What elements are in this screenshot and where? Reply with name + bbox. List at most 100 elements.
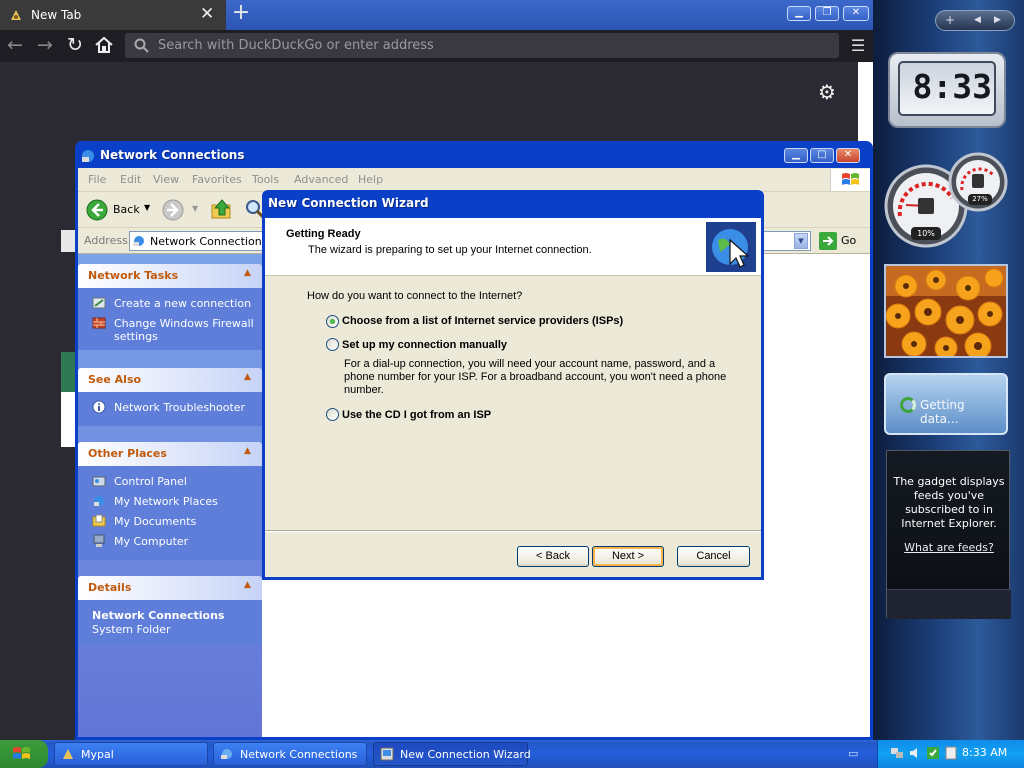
menu-file[interactable]: File: [88, 173, 106, 186]
taskbar-mypal-label: Mypal: [81, 748, 114, 761]
security-tray-icon[interactable]: [926, 746, 940, 760]
go-button[interactable]: Go: [817, 231, 865, 251]
slideshow-gadget[interactable]: [884, 264, 1008, 358]
network-tasks-title: Network Tasks: [88, 269, 179, 282]
cpu-meter-gadget[interactable]: [884, 150, 1012, 250]
network-connections-icon: [221, 749, 232, 759]
forward-arrow-icon[interactable]: [162, 199, 184, 221]
my-network-places-label: My Network Places: [114, 495, 218, 508]
folder-up-icon[interactable]: [210, 197, 234, 221]
radio-setup-manually[interactable]: [326, 338, 339, 351]
see-also-body: Network Troubleshooter: [78, 392, 262, 426]
previous-icon[interactable]: ◀: [974, 15, 981, 25]
my-documents-label: My Documents: [114, 515, 197, 528]
menu-tools[interactable]: Tools: [252, 173, 279, 186]
windows-logo-icon: [13, 747, 30, 759]
radio-choose-isp[interactable]: [326, 315, 339, 328]
computer-icon: [93, 534, 105, 547]
control-panel-label: Control Panel: [114, 475, 187, 488]
what-are-feeds-link[interactable]: What are feeds?: [887, 541, 1011, 554]
taskbar-network-connections[interactable]: Network Connections: [213, 742, 367, 766]
nc-maximize-icon[interactable]: □: [810, 148, 834, 163]
feed-headlines-gadget[interactable]: Getting data...: [884, 373, 1008, 435]
url-placeholder: Search with DuckDuckGo or enter address: [158, 38, 434, 53]
menu-advanced[interactable]: Advanced: [294, 173, 348, 186]
documents-folder-icon: [92, 514, 106, 527]
see-also-title: See Also: [88, 373, 142, 386]
my-computer-label: My Computer: [114, 535, 189, 548]
network-connections-titlebar[interactable]: Network Connections: [78, 144, 870, 168]
option-setup-manually-label[interactable]: Set up my connection manually: [342, 339, 507, 351]
address-dropdown-icon[interactable]: ▼: [794, 233, 808, 249]
windows-flag-icon: [830, 169, 870, 191]
back-button[interactable]: Back ▼: [84, 198, 156, 222]
network-connections-title: Network Connections: [100, 148, 245, 162]
wizard-step-title: Getting Ready: [286, 228, 361, 240]
network-connections-icon: [82, 150, 94, 162]
taskbar-mypal[interactable]: Mypal: [54, 742, 208, 766]
back-arrow-icon[interactable]: ←: [4, 34, 26, 58]
maximize-icon[interactable]: ❐: [815, 6, 839, 21]
network-troubleshooter-label: Network Troubleshooter: [114, 401, 246, 414]
nc-close-icon[interactable]: ✕: [836, 148, 860, 163]
menu-help[interactable]: Help: [358, 173, 383, 186]
wizard-back-button[interactable]: < Back: [517, 546, 589, 567]
volume-tray-icon[interactable]: [908, 746, 922, 760]
feed-info-panel: The gadget displays feeds you've subscri…: [886, 450, 1011, 619]
wizard-cancel-button[interactable]: Cancel: [677, 546, 750, 567]
details-header[interactable]: Details ▲: [78, 576, 262, 600]
start-button[interactable]: [0, 740, 48, 768]
close-tab-icon[interactable]: ✕: [200, 4, 214, 24]
see-also-header[interactable]: See Also ▲: [78, 368, 262, 392]
forward-dropdown-icon[interactable]: ▼: [192, 204, 198, 213]
reload-icon[interactable]: ↻: [64, 34, 86, 58]
collapse-chevron-icon[interactable]: ▲: [244, 268, 254, 278]
other-places-title: Other Places: [88, 447, 167, 460]
browser-tab[interactable]: New Tab ✕: [0, 0, 226, 30]
back-label: Back: [113, 203, 140, 216]
new-tab-icon[interactable]: +: [230, 2, 252, 26]
nc-minimize-icon[interactable]: ▁: [784, 148, 808, 163]
gadget-controls: + ◀ ▶: [935, 10, 1015, 31]
option-choose-isp-label[interactable]: Choose from a list of Internet service p…: [342, 315, 623, 327]
manual-setup-description: For a dial-up connection, you will need …: [344, 358, 727, 396]
feed-info-text: The gadget displays feeds you've subscri…: [893, 475, 1005, 530]
menu-edit[interactable]: Edit: [120, 173, 141, 186]
hamburger-menu-icon[interactable]: ☰: [848, 36, 868, 56]
browser-tab-title: New Tab: [31, 8, 82, 22]
add-gadget-icon[interactable]: +: [945, 13, 955, 27]
network-places-icon: [94, 496, 104, 506]
back-dropdown-icon[interactable]: ▼: [144, 203, 150, 212]
next-icon[interactable]: ▶: [994, 15, 1001, 25]
control-panel-icon: [92, 476, 106, 487]
feed-panel-footer: [887, 589, 1011, 619]
url-bar[interactable]: Search with DuckDuckGo or enter address: [125, 33, 839, 58]
radio-use-cd[interactable]: [326, 408, 339, 421]
option-use-cd-label[interactable]: Use the CD I got from an ISP: [342, 409, 491, 421]
menu-view[interactable]: View: [153, 173, 179, 186]
home-icon[interactable]: [94, 36, 116, 56]
globe-cursor-icon: [706, 222, 756, 272]
keyboard-icon[interactable]: ▭: [848, 747, 858, 760]
collapse-chevron-icon[interactable]: ▲: [244, 446, 254, 456]
taskbar-new-connection-wizard[interactable]: New Connection Wizard: [373, 742, 531, 766]
new-connection-icon: [92, 297, 106, 309]
forward-arrow-icon[interactable]: →: [34, 34, 56, 58]
minimize-icon[interactable]: ▁: [787, 6, 811, 21]
gear-icon[interactable]: ⚙: [815, 80, 839, 104]
sidebar-tray-icon[interactable]: [944, 746, 958, 760]
search-icon: [134, 38, 149, 53]
wizard-next-button[interactable]: Next >: [592, 546, 664, 567]
network-tray-icon[interactable]: [890, 746, 904, 760]
menu-favorites[interactable]: Favorites: [192, 173, 242, 186]
collapse-chevron-icon[interactable]: ▲: [244, 580, 254, 590]
details-body: Network Connections System Folder: [78, 600, 262, 646]
go-arrow-icon: [819, 232, 837, 250]
collapse-chevron-icon[interactable]: ▲: [244, 372, 254, 382]
close-window-icon[interactable]: ✕: [843, 6, 869, 21]
loading-spinner-icon: [900, 397, 916, 413]
info-icon: [92, 400, 106, 414]
network-tasks-header[interactable]: Network Tasks ▲: [78, 264, 262, 288]
network-tasks-body: Create a new connection Change Windows F…: [78, 288, 262, 350]
other-places-header[interactable]: Other Places ▲: [78, 442, 262, 466]
